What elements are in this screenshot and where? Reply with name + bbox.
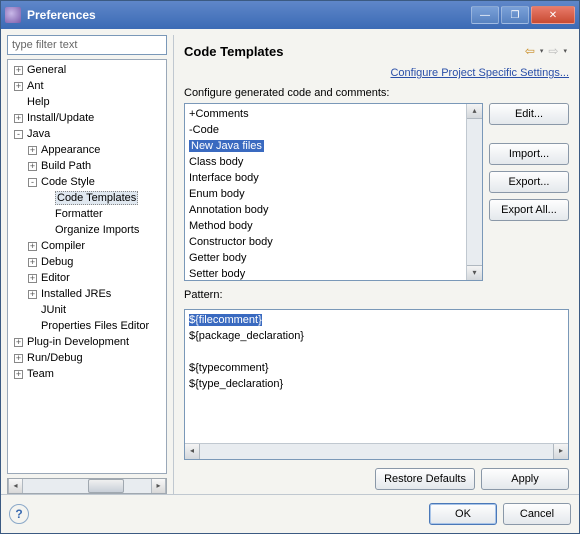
nav-hscrollbar[interactable]: ◂ ▸ — [7, 478, 167, 494]
tree-item-propfiles[interactable]: Properties Files Editor — [41, 320, 149, 332]
titlebar[interactable]: Preferences ― ❐ ✕ — [1, 1, 579, 29]
back-arrow-icon[interactable]: ⇦ — [525, 44, 535, 58]
collapse-icon[interactable]: - — [14, 130, 23, 139]
expand-icon[interactable]: + — [28, 274, 37, 283]
pattern-line-5: ${type_declaration} — [189, 378, 283, 390]
pattern-line-4: ${typecomment} — [189, 362, 269, 374]
maximize-button[interactable]: ❐ — [501, 6, 529, 24]
nav-column: +General +Ant Help +Install/Update -Java… — [7, 35, 167, 494]
expand-icon[interactable]: + — [14, 82, 23, 91]
tree-item-organize[interactable]: Organize Imports — [55, 224, 139, 236]
scroll-thumb[interactable] — [88, 479, 124, 493]
export-button[interactable]: Export... — [489, 171, 569, 193]
tree-item-plugindev[interactable]: Plug-in Development — [27, 336, 129, 348]
app-icon — [5, 7, 21, 23]
scroll-right-icon[interactable]: ▸ — [553, 444, 568, 459]
tree-item-help[interactable]: Help — [27, 96, 50, 108]
scroll-right-icon[interactable]: ▸ — [151, 479, 166, 493]
template-code[interactable]: Code — [193, 124, 219, 136]
expand-icon[interactable]: + — [14, 338, 23, 347]
exportall-button[interactable]: Export All... — [489, 199, 569, 221]
tree-item-general[interactable]: General — [27, 64, 66, 76]
tree-item-junit[interactable]: JUnit — [41, 304, 66, 316]
expand-icon[interactable]: + — [14, 354, 23, 363]
minimize-button[interactable]: ― — [471, 6, 499, 24]
preferences-window: Preferences ― ❐ ✕ + General + Ant Help + In… — [0, 0, 580, 534]
tree-item-formatter[interactable]: Formatter — [55, 208, 103, 220]
pattern-line-1: ${filecomment} — [189, 314, 262, 326]
pattern-textarea[interactable]: ${filecomment} ${package_declaration} ${… — [184, 309, 569, 460]
collapse-icon[interactable]: - — [28, 178, 37, 187]
template-enumbody[interactable]: Enum body — [189, 188, 245, 200]
restore-defaults-button[interactable]: Restore Defaults — [375, 468, 475, 490]
expand-icon[interactable]: + — [28, 258, 37, 267]
template-methodbody[interactable]: Method body — [189, 220, 253, 232]
apply-button[interactable]: Apply — [481, 468, 569, 490]
scroll-up-icon[interactable]: ▴ — [467, 104, 482, 119]
import-button[interactable]: Import... — [489, 143, 569, 165]
back-menu-icon[interactable]: ▾ — [540, 47, 544, 55]
tree-item-installedjres[interactable]: Installed JREs — [41, 288, 111, 300]
template-comments[interactable]: Comments — [195, 108, 248, 120]
project-settings-link[interactable]: Configure Project Specific Settings... — [184, 67, 569, 79]
pattern-line-2: ${package_declaration} — [189, 330, 304, 342]
tree-item-ant[interactable]: Ant — [27, 80, 44, 92]
template-annotationbody[interactable]: Annotation body — [189, 204, 269, 216]
tree-item-buildpath[interactable]: Build Path — [41, 160, 91, 172]
scroll-left-icon[interactable]: ◂ — [185, 444, 200, 459]
scroll-left-icon[interactable]: ◂ — [8, 479, 23, 493]
expand-icon[interactable]: + — [28, 242, 37, 251]
template-tree[interactable]: +Comments -Code New Java files Class bod… — [184, 103, 483, 281]
expand-icon[interactable]: + — [28, 162, 37, 171]
edit-button[interactable]: Edit... — [489, 103, 569, 125]
footer: ? OK Cancel — [1, 494, 579, 533]
content-pane: Code Templates ⇦ ▾ ⇨ ▾ Configure Project… — [173, 35, 573, 494]
template-setterbody[interactable]: Setter body — [189, 268, 245, 280]
template-newjava[interactable]: New Java files — [189, 140, 264, 152]
tree-item-install[interactable]: Install/Update — [27, 112, 94, 124]
tree-item-debug[interactable]: Debug — [41, 256, 73, 268]
template-constructorbody[interactable]: Constructor body — [189, 236, 273, 248]
expand-icon[interactable]: + — [28, 290, 37, 299]
template-vscrollbar[interactable]: ▴ ▾ — [466, 104, 482, 280]
page-title: Code Templates — [184, 44, 522, 59]
tree-item-rundebug[interactable]: Run/Debug — [27, 352, 83, 364]
expand-icon[interactable]: + — [28, 146, 37, 155]
expand-icon[interactable]: + — [14, 114, 23, 123]
tree-item-compiler[interactable]: Compiler — [41, 240, 85, 252]
client-area: +General +Ant Help +Install/Update -Java… — [1, 29, 579, 533]
tree-item-editor[interactable]: Editor — [41, 272, 70, 284]
close-button[interactable]: ✕ — [531, 6, 575, 24]
expand-icon[interactable]: + — [14, 370, 23, 379]
expand-icon[interactable]: + — [14, 66, 23, 75]
tree-item-appearance[interactable]: Appearance — [41, 144, 100, 156]
window-title: Preferences — [27, 8, 471, 22]
tree-item-codetemplates[interactable]: Code Templates — [55, 191, 138, 205]
tree-item-codestyle[interactable]: Code Style — [41, 176, 95, 188]
pattern-hscrollbar[interactable]: ◂ ▸ — [185, 443, 568, 459]
pattern-label: Pattern: — [184, 289, 569, 301]
template-classbody[interactable]: Class body — [189, 156, 243, 168]
category-tree[interactable]: +General +Ant Help +Install/Update -Java… — [7, 59, 167, 474]
tree-item-team[interactable]: Team — [27, 368, 54, 380]
forward-arrow-icon: ⇨ — [548, 44, 558, 58]
scroll-down-icon[interactable]: ▾ — [467, 265, 482, 280]
configure-label: Configure generated code and comments: — [184, 87, 569, 99]
filter-input[interactable] — [7, 35, 167, 55]
template-interfacebody[interactable]: Interface body — [189, 172, 259, 184]
help-icon[interactable]: ? — [9, 504, 29, 524]
tree-item-java[interactable]: Java — [27, 128, 50, 140]
template-getterbody[interactable]: Getter body — [189, 252, 246, 264]
ok-button[interactable]: OK — [429, 503, 497, 525]
forward-menu-icon[interactable]: ▾ — [563, 47, 567, 55]
cancel-button[interactable]: Cancel — [503, 503, 571, 525]
